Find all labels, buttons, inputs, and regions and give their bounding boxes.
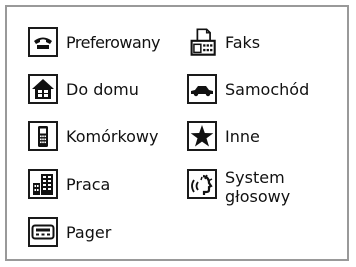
label-other: Inne xyxy=(225,127,260,146)
label-car: Samochód xyxy=(225,80,310,99)
label-fax: Faks xyxy=(225,33,261,52)
star-icon xyxy=(187,121,217,151)
label-work: Praca xyxy=(66,175,111,194)
fax-icon xyxy=(187,27,217,57)
label-preferred: Preferowany xyxy=(66,33,160,52)
car-icon xyxy=(187,74,217,104)
label-mobile: Komórkowy xyxy=(66,127,159,146)
mobile-phone-icon xyxy=(28,121,58,151)
label-home: Do domu xyxy=(66,80,139,99)
telephone-icon xyxy=(28,27,58,57)
office-building-icon xyxy=(28,169,58,199)
voice-speaking-icon xyxy=(187,169,217,199)
house-icon xyxy=(28,74,58,104)
pager-icon xyxy=(28,217,58,247)
phone-type-legend: Preferowany Faks Do domu Samochód Komórk… xyxy=(5,5,349,261)
label-voice: System głosowy xyxy=(225,168,291,206)
label-pager: Pager xyxy=(66,223,112,242)
